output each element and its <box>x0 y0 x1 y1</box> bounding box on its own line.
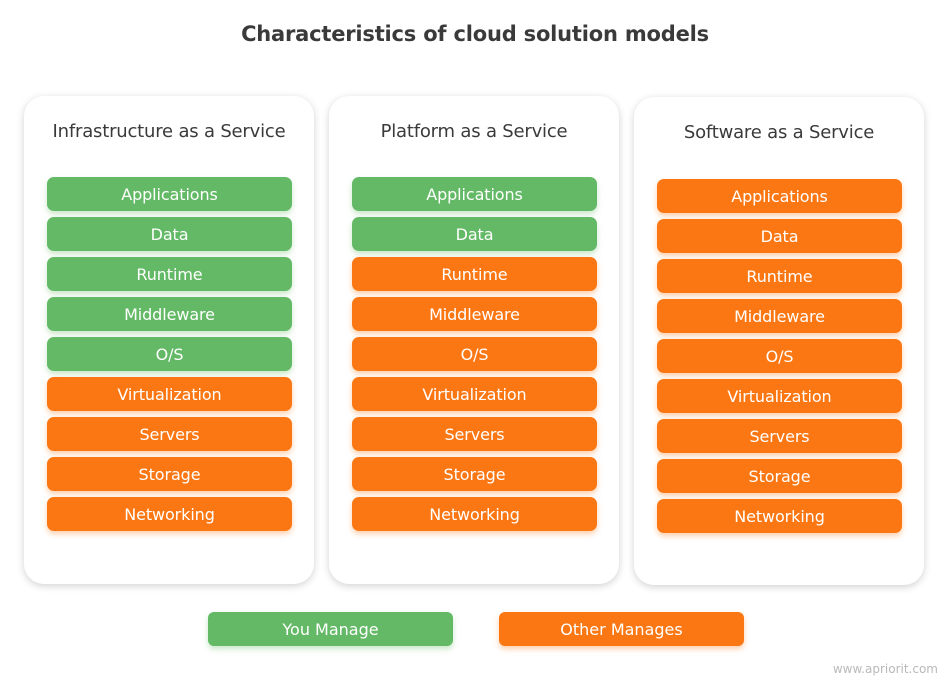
layer-networking: Networking <box>657 499 902 533</box>
layer-virtualization: Virtualization <box>47 377 292 411</box>
layer-runtime: Runtime <box>47 257 292 291</box>
layer-virtualization: Virtualization <box>657 379 902 413</box>
model-card-saas: Software as a Service Applications Data Ru… <box>634 97 924 585</box>
model-card-iaas: Infrastructure as a Service Applications… <box>24 96 314 584</box>
legend: You Manage Other Manages <box>0 612 950 646</box>
legend-other-manages: Other Manages <box>499 612 744 646</box>
layer-middleware: Middleware <box>47 297 292 331</box>
layer-runtime: Runtime <box>352 257 597 291</box>
layer-servers: Servers <box>352 417 597 451</box>
layer-o-s: O/S <box>352 337 597 371</box>
diagram-title: Characteristics of cloud solution models <box>241 22 709 46</box>
layer-applications: Applications <box>47 177 292 211</box>
layer-networking: Networking <box>352 497 597 531</box>
layer-stack: Applications Data Runtime Middleware O/S Virt… <box>657 179 902 539</box>
layer-runtime: Runtime <box>657 259 902 293</box>
layer-data: Data <box>657 219 902 253</box>
layer-applications: Applications <box>352 177 597 211</box>
layer-middleware: Middleware <box>657 299 902 333</box>
layer-stack: Applications Data Runtime Middleware O/S Virt… <box>47 177 292 537</box>
layer-storage: Storage <box>352 457 597 491</box>
legend-you-manage: You Manage <box>208 612 453 646</box>
model-card-paas: Platform as a Service Applications Data Ru… <box>329 96 619 584</box>
model-title: Software as a Service <box>683 122 875 143</box>
layer-data: Data <box>47 217 292 251</box>
layer-applications: Applications <box>657 179 902 213</box>
model-title: Infrastructure as a Service <box>52 121 286 142</box>
layer-stack: Applications Data Runtime Middleware O/S Virt… <box>352 177 597 537</box>
layer-virtualization: Virtualization <box>352 377 597 411</box>
layer-servers: Servers <box>47 417 292 451</box>
layer-o-s: O/S <box>47 337 292 371</box>
layer-middleware: Middleware <box>352 297 597 331</box>
layer-o-s: O/S <box>657 339 902 373</box>
layer-data: Data <box>352 217 597 251</box>
layer-servers: Servers <box>657 419 902 453</box>
model-title: Platform as a Service <box>380 121 568 142</box>
layer-storage: Storage <box>657 459 902 493</box>
watermark: www.apriorit.com <box>832 662 938 676</box>
layer-networking: Networking <box>47 497 292 531</box>
layer-storage: Storage <box>47 457 292 491</box>
